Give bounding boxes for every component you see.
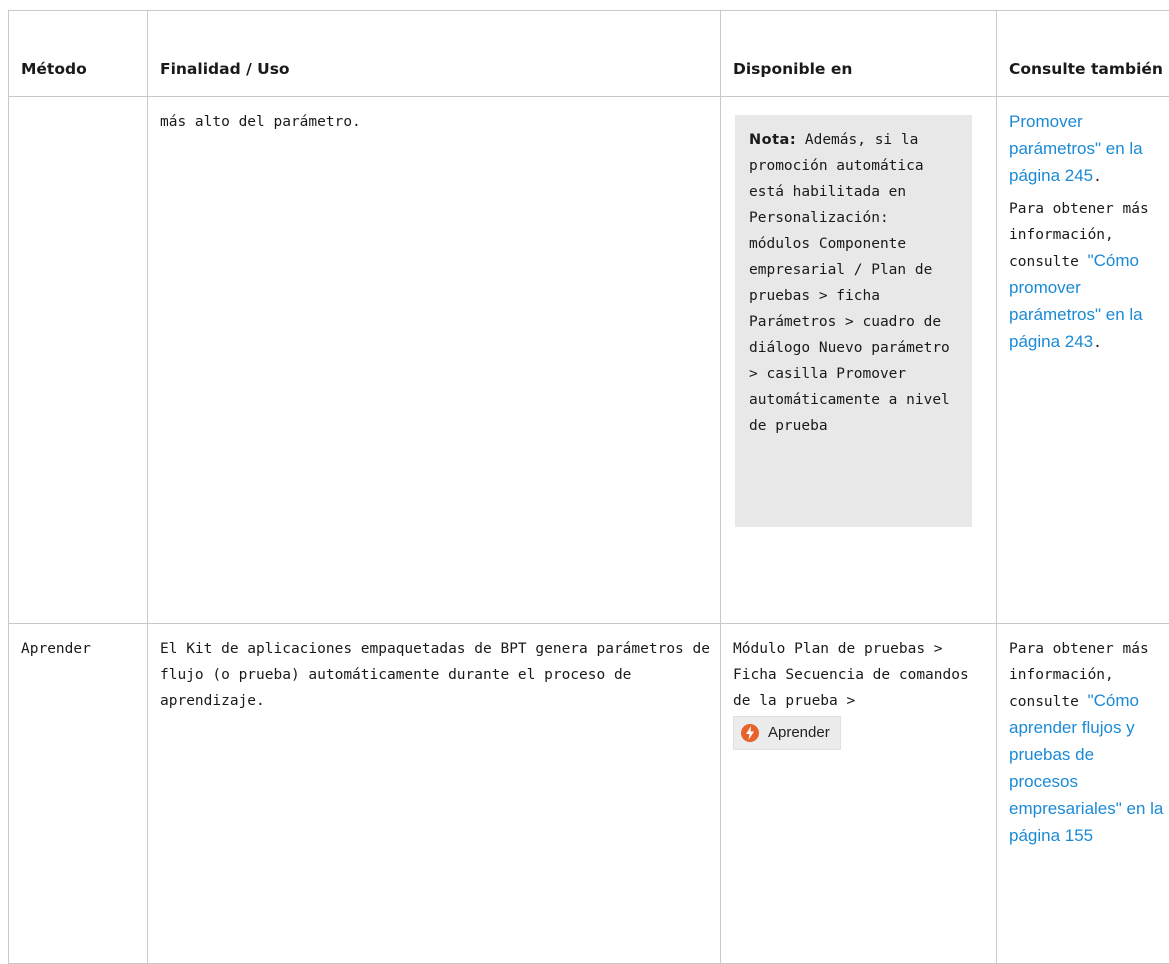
methods-table: Método Finalidad / Uso Disponible en Con…	[8, 10, 1169, 964]
note-label: Nota:	[749, 132, 796, 148]
note-text: Además, si la promoción automática está …	[749, 132, 950, 434]
link-promover-parametros-245[interactable]: Promover parámetros" en la página 245	[1009, 112, 1143, 185]
link-top-period: .	[1093, 169, 1102, 185]
lightning-icon	[740, 723, 760, 743]
header-metodo: Método	[9, 11, 148, 97]
learn-button[interactable]: Aprender	[733, 716, 841, 750]
cell-disponible: Módulo Plan de pruebas > Ficha Secuencia…	[721, 624, 997, 964]
table-header-row: Método Finalidad / Uso Disponible en Con…	[9, 11, 1169, 97]
cell-finalidad: El Kit de aplicaciones empaquetadas de B…	[148, 624, 721, 964]
table-row: Aprender El Kit de aplicaciones empaquet…	[9, 624, 1169, 964]
table-row: más alto del parámetro. Nota: Además, si…	[9, 97, 1169, 624]
link-como-aprender-flujos[interactable]: "Cómo aprender flujos y pruebas de proce…	[1009, 691, 1163, 845]
cell-consulte: Para obtener más información, consulte "…	[997, 624, 1169, 964]
see-also-paragraph: Para obtener más información, consulte "…	[1009, 196, 1166, 356]
header-finalidad: Finalidad / Uso	[148, 11, 721, 97]
cell-metodo: Aprender	[9, 624, 148, 964]
cell-disponible: Nota: Además, si la promoción automática…	[721, 97, 997, 624]
see-also-paragraph: Para obtener más información, consulte "…	[1009, 636, 1166, 850]
cell-metodo	[9, 97, 148, 624]
note-box: Nota: Además, si la promoción automática…	[735, 115, 972, 527]
cell-consulte: Promover parámetros" en la página 245. P…	[997, 97, 1169, 624]
learn-button-label: Aprender	[768, 720, 830, 746]
cell-finalidad: más alto del parámetro.	[148, 97, 721, 624]
header-disponible: Disponible en	[721, 11, 997, 97]
header-consulte: Consulte también	[997, 11, 1169, 97]
link-period: .	[1093, 335, 1102, 351]
available-path: Módulo Plan de pruebas > Ficha Secuencia…	[733, 636, 986, 714]
see-also-top: Promover parámetros" en la página 245.	[1009, 109, 1166, 190]
